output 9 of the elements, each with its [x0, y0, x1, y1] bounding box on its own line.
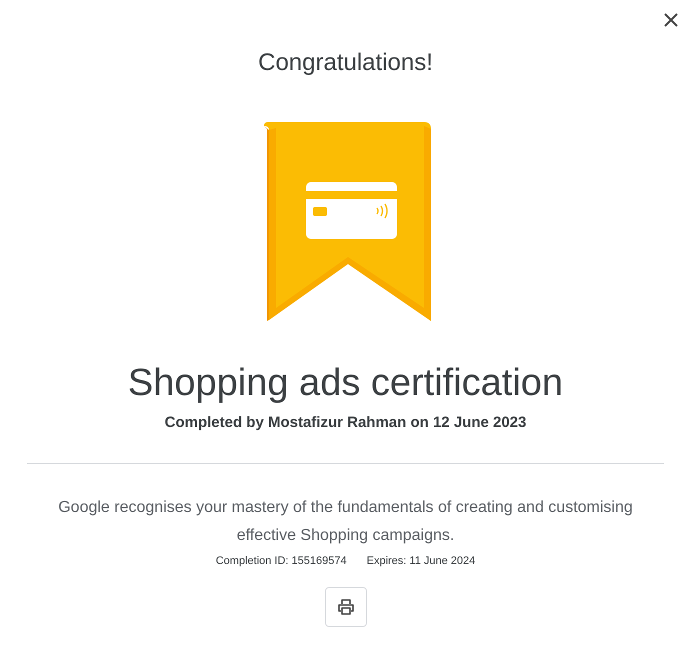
- certificate-title: Shopping ads certification: [126, 361, 564, 406]
- close-icon: [664, 13, 678, 27]
- completion-text: Completed by Mostafizur Rahman on 12 June 2023: [164, 414, 528, 431]
- description-text: Google recognises your mastery of the fundamentals of creating and customising effective Shopping campaigns.: [57, 498, 634, 546]
- print-button[interactable]: [324, 587, 366, 627]
- completion-id: Completion ID: 155169574: [216, 555, 347, 567]
- print-icon: [336, 598, 354, 616]
- dialog-title: Congratulations!: [257, 48, 434, 78]
- expiry-date: Expires: 11 June 2024: [366, 555, 476, 567]
